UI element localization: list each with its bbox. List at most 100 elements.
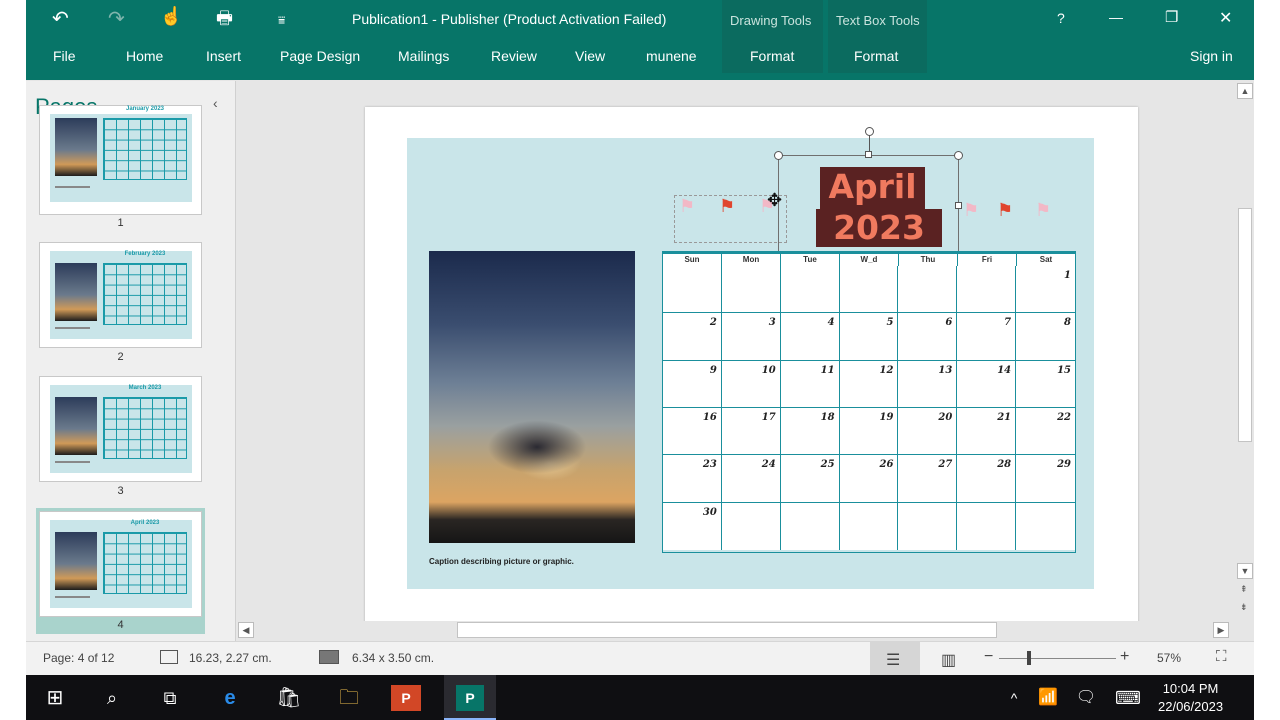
calendar-day-cell[interactable]: 15 (1016, 360, 1075, 408)
calendar-day-cell[interactable]: 17 (721, 407, 781, 456)
scroll-right-icon[interactable]: ▶ (1213, 622, 1229, 638)
calendar-day-cell[interactable]: 5 (839, 313, 899, 361)
zoom-out-icon[interactable]: − (984, 648, 993, 666)
collapse-pane-icon[interactable]: ‹ (213, 95, 218, 111)
customize-qat-icon[interactable]: ⩸ (278, 13, 285, 28)
calendar-day-cell[interactable]: 24 (721, 455, 781, 503)
tab-page-design[interactable]: Page Design (280, 48, 360, 64)
calendar-day-cell[interactable] (721, 502, 781, 550)
calendar-day-cell[interactable]: 29 (1016, 455, 1075, 503)
sunset-photo[interactable] (429, 251, 635, 543)
tab-munene[interactable]: munene (646, 48, 697, 64)
fit-page-icon[interactable]: ⛶ (1216, 648, 1227, 665)
zoom-in-icon[interactable]: + (1120, 648, 1129, 666)
scroll-down-icon[interactable]: ▼ (1237, 563, 1253, 579)
calendar-day-cell[interactable]: 20 (898, 407, 958, 456)
page-indicator[interactable]: Page: 4 of 12 (43, 651, 114, 665)
calendar-day-cell[interactable] (839, 502, 899, 550)
resize-handle-top[interactable] (865, 151, 872, 158)
network-icon[interactable]: 📶 (1030, 683, 1066, 713)
vertical-scrollbar[interactable]: ▲ ▼ ⇞ ⇟ (1236, 81, 1254, 622)
calendar-day-cell[interactable]: 28 (957, 455, 1017, 503)
calendar-day-cell[interactable]: 8 (1016, 313, 1075, 361)
calendar-day-cell[interactable] (957, 266, 1017, 314)
photo-caption[interactable]: Caption describing picture or graphic. (429, 557, 574, 566)
calendar-day-cell[interactable] (898, 502, 958, 550)
calendar-day-cell[interactable] (898, 266, 958, 314)
horizontal-scroll-thumb[interactable] (457, 622, 997, 638)
calendar-day-cell[interactable]: 11 (780, 360, 840, 408)
calendar-day-cell[interactable]: 12 (839, 360, 899, 408)
zoom-slider-track[interactable] (999, 658, 1116, 659)
store-icon[interactable]: 🛍 (271, 683, 307, 713)
calendar-day-cell[interactable]: 21 (957, 407, 1017, 456)
tab-mailings[interactable]: Mailings (398, 48, 449, 64)
calendar-day-cell[interactable]: 14 (957, 360, 1017, 408)
calendar-day-cell[interactable]: 3 (721, 313, 781, 361)
restore-button[interactable]: ❐ (1165, 8, 1178, 26)
calendar-day-cell[interactable]: 1 (1016, 266, 1075, 314)
tab-review[interactable]: Review (491, 48, 537, 64)
help-button[interactable]: ? (1057, 10, 1065, 26)
calendar-day-cell[interactable]: 27 (898, 455, 958, 503)
tab-home[interactable]: Home (126, 48, 163, 64)
tab-format-drawing[interactable]: Format (750, 48, 794, 64)
scroll-left-icon[interactable]: ◀ (238, 622, 254, 638)
calendar-day-cell[interactable] (721, 266, 781, 314)
undo-icon[interactable]: ↶ (52, 6, 69, 31)
calendar-day-cell[interactable] (1016, 502, 1075, 550)
search-icon[interactable]: ⌕ (94, 683, 130, 713)
horizontal-scrollbar[interactable]: ◀ ▶ (237, 621, 1235, 639)
two-page-view-button[interactable]: ▥ (925, 642, 975, 675)
start-button-icon[interactable]: ⊞ (37, 683, 73, 713)
quick-print-icon[interactable]: 🖶 (216, 6, 233, 36)
calendar-day-cell[interactable] (839, 266, 899, 314)
keyboard-icon[interactable]: ⌨ (1110, 683, 1146, 713)
tab-insert[interactable]: Insert (206, 48, 241, 64)
calendar-day-cell[interactable]: 6 (898, 313, 958, 361)
calendar-day-cell[interactable] (663, 266, 722, 314)
vertical-scroll-thumb[interactable] (1238, 208, 1252, 442)
redo-icon[interactable]: ↷ (108, 6, 125, 31)
page-thumbnail-1[interactable]: January 2023 (39, 105, 202, 215)
calendar-day-cell[interactable]: 9 (663, 360, 722, 408)
calendar-day-cell[interactable]: 22 (1016, 407, 1075, 456)
calendar-day-cell[interactable]: 10 (721, 360, 781, 408)
calendar-day-cell[interactable]: 7 (957, 313, 1017, 361)
calendar-day-cell[interactable] (957, 502, 1017, 550)
rotation-handle[interactable] (865, 127, 874, 136)
task-view-icon[interactable]: ⧉ (152, 683, 188, 713)
calendar-day-cell[interactable]: 19 (839, 407, 899, 456)
tab-format-textbox[interactable]: Format (854, 48, 898, 64)
system-clock[interactable]: 10:04 PM 22/06/2023 (1158, 680, 1223, 716)
calendar-day-cell[interactable]: 16 (663, 407, 722, 456)
calendar-day-cell[interactable]: 30 (663, 502, 722, 550)
previous-page-icon[interactable]: ⇞ (1240, 584, 1248, 595)
tab-file[interactable]: File (53, 48, 76, 64)
resize-handle-top-left[interactable] (774, 151, 783, 160)
publisher-taskbar-button[interactable]: P (444, 675, 496, 720)
page-thumbnail-2[interactable]: February 2023 (39, 242, 202, 348)
calendar-day-cell[interactable]: 25 (780, 455, 840, 503)
page-thumbnail-3[interactable]: March 2023 (39, 376, 202, 482)
tab-view[interactable]: View (575, 48, 605, 64)
resize-handle-right[interactable] (955, 202, 962, 209)
resize-handle-top-right[interactable] (954, 151, 963, 160)
calendar-day-cell[interactable]: 13 (898, 360, 958, 408)
zoom-level[interactable]: 57% (1157, 651, 1181, 665)
powerpoint-icon[interactable]: P (391, 685, 421, 711)
calendar-day-cell[interactable]: 26 (839, 455, 899, 503)
close-button[interactable]: ✕ (1219, 8, 1232, 28)
touch-mode-icon[interactable]: ☝ (160, 6, 182, 27)
single-page-view-button[interactable]: ☰ (870, 642, 920, 675)
scroll-up-icon[interactable]: ▲ (1237, 83, 1253, 99)
next-page-icon[interactable]: ⇟ (1240, 602, 1248, 613)
calendar-day-cell[interactable]: 23 (663, 455, 722, 503)
page-thumbnail-4[interactable]: April 2023 (39, 511, 202, 617)
file-explorer-icon[interactable]: 🗀 (331, 683, 367, 713)
edge-browser-icon[interactable]: e (212, 683, 248, 713)
calendar-day-cell[interactable]: 2 (663, 313, 722, 361)
calendar-grid[interactable]: Sun Mon Tue W_d Thu Fri Sat 1 2 3 4 5 6 7 8 9 10 1… (662, 251, 1076, 553)
zoom-slider-thumb[interactable] (1027, 651, 1031, 665)
notifications-icon[interactable]: 🗨 (1068, 683, 1104, 713)
